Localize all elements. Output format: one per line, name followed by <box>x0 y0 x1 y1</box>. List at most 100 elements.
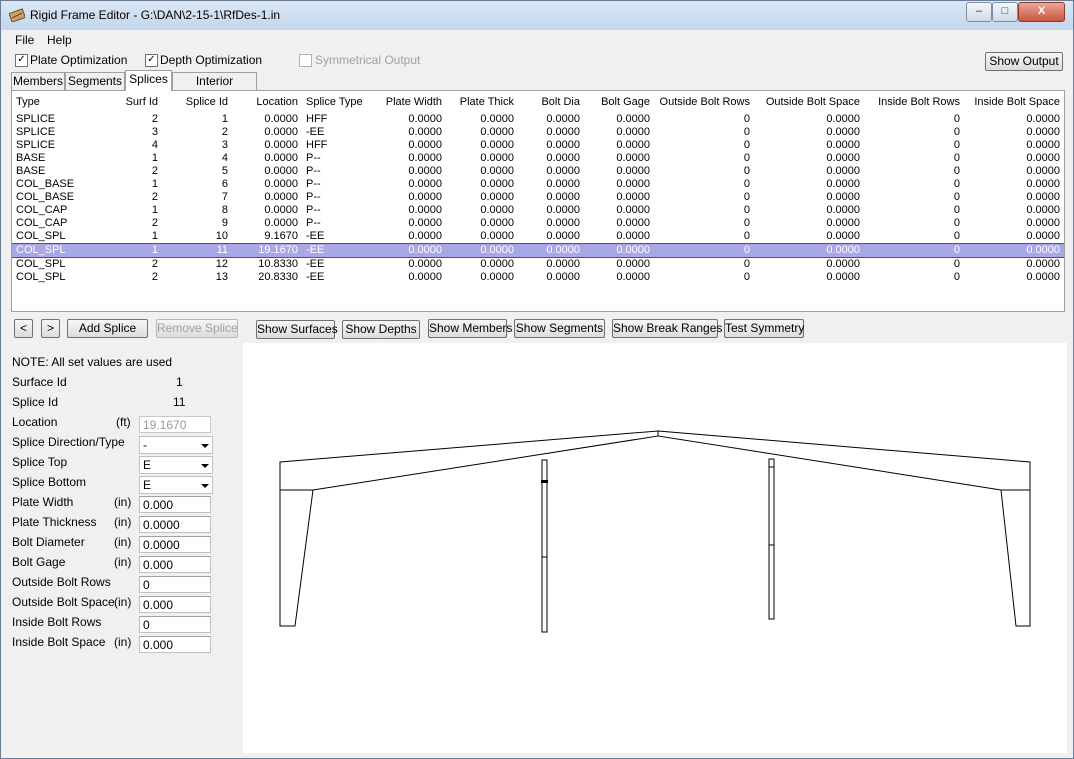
outside-bolt-rows-field[interactable]: 0 <box>139 576 211 593</box>
col-header-surf-id[interactable]: Surf Id <box>92 91 162 113</box>
splices-table[interactable]: Type Surf Id Splice Id Location Splice T… <box>11 90 1065 312</box>
inside-bolt-space-label: Inside Bolt Space <box>12 635 106 649</box>
prev-splice-button[interactable]: < <box>14 319 33 338</box>
table-cell: 2 <box>151 258 158 270</box>
tab-interior-columns[interactable]: Interior Columns <box>172 72 257 104</box>
inside-bolt-rows-label: Inside Bolt Rows <box>12 615 102 629</box>
symmetrical-output-checkbox[interactable] <box>299 54 312 67</box>
table-row[interactable]: COL_SPL 1 11 19.1670 -EE 0.0000 0.0000 0.0000 0.… <box>12 243 1064 258</box>
show-surfaces-button[interactable]: Show Surfaces <box>256 320 338 339</box>
outside-bolt-space-unit: (in) <box>114 595 132 609</box>
plate-width-field[interactable]: 0.000 <box>139 496 211 513</box>
col-header-plate-thick[interactable]: Plate Thick <box>446 91 518 113</box>
tab-members[interactable]: Members <box>11 72 65 90</box>
show-break-ranges-button[interactable]: Show Break Ranges <box>612 319 722 338</box>
title-bar[interactable]: Rigid Frame Editor - G:\DAN\2-15-1\RfDes… <box>1 1 1073 30</box>
table-cell: 0 <box>743 230 750 242</box>
surface-id-label: Surface Id <box>12 375 67 389</box>
show-output-button[interactable]: Show Output <box>985 52 1063 71</box>
col-header-location[interactable]: Location <box>232 91 302 113</box>
table-cell: 0 <box>743 113 750 125</box>
splice-top-label: Splice Top <box>12 455 68 469</box>
col-header-outside-bolt-rows[interactable]: Outside Bolt Rows <box>654 91 754 113</box>
menu-file[interactable]: File <box>15 33 34 47</box>
table-cell: 9.1670 <box>264 230 298 242</box>
table-row[interactable]: SPLICE 4 3 0.0000 HFF 0.0000 0.0000 0.0000 0.000… <box>12 139 1064 152</box>
table-cell: 4 <box>151 139 158 151</box>
table-row[interactable]: COL_BASE 1 6 0.0000 P-- 0.0000 0.0000 0.0000 0.0… <box>12 178 1064 191</box>
inside-bolt-rows-field[interactable]: 0 <box>139 616 211 633</box>
bolt-gage-field[interactable]: 0.000 <box>139 556 211 573</box>
table-cell: -EE <box>302 243 374 258</box>
table-row[interactable]: COL_SPL 1 10 9.1670 -EE 0.0000 0.0000 0.0000 0.0… <box>12 230 1064 244</box>
table-row[interactable]: SPLICE 2 1 0.0000 HFF 0.0000 0.0000 0.0000 0.000… <box>12 113 1064 126</box>
table-cell: 19.1670 <box>232 243 302 258</box>
table-row[interactable]: BASE 2 5 0.0000 P-- 0.0000 0.0000 0.0000 0.0000 0… <box>12 165 1064 178</box>
location-field[interactable]: 19.1670 <box>139 416 211 433</box>
col-header-inside-bolt-space[interactable]: Inside Bolt Space <box>964 91 1064 113</box>
table-cell: 0.0000 <box>826 139 860 151</box>
menu-help[interactable]: Help <box>47 33 72 47</box>
table-cell: SPLICE <box>16 126 56 138</box>
frame-drawing-canvas[interactable] <box>243 343 1067 753</box>
show-depths-button[interactable]: Show Depths <box>342 320 420 339</box>
col-header-bolt-gage[interactable]: Bolt Gage <box>584 91 654 113</box>
tab-splices[interactable]: Splices <box>125 70 172 91</box>
table-cell: 0.0000 <box>546 113 580 125</box>
tab-segments[interactable]: Segments <box>65 72 125 90</box>
table-cell: 0.0000 <box>408 165 442 177</box>
col-header-outside-bolt-space[interactable]: Outside Bolt Space <box>754 91 864 113</box>
test-symmetry-button[interactable]: Test Symmetry <box>724 319 804 338</box>
table-cell: P-- <box>306 191 321 203</box>
table-cell: 0.0000 <box>1026 126 1060 138</box>
table-row[interactable]: COL_CAP 1 8 0.0000 P-- 0.0000 0.0000 0.0000 0.00… <box>12 204 1064 217</box>
minimize-button[interactable]: – <box>966 2 992 22</box>
table-cell: 0 <box>743 258 750 270</box>
table-cell: 0.0000 <box>264 217 298 229</box>
close-button[interactable]: X <box>1018 2 1065 22</box>
table-cell: COL_SPL <box>16 271 66 283</box>
table-cell: 0.0000 <box>616 217 650 229</box>
show-members-button[interactable]: Show Members <box>428 319 512 338</box>
table-row[interactable]: COL_BASE 2 7 0.0000 P-- 0.0000 0.0000 0.0000 0.0… <box>12 191 1064 204</box>
col-header-inside-bolt-rows[interactable]: Inside Bolt Rows <box>864 91 964 113</box>
col-header-splice-id[interactable]: Splice Id <box>162 91 232 113</box>
add-splice-button[interactable]: Add Splice <box>67 319 148 338</box>
table-cell: 0.0000 <box>616 230 650 242</box>
depth-optimization-checkbox[interactable]: ✓ <box>145 54 158 67</box>
plate-optimization-checkbox[interactable]: ✓ <box>15 54 28 67</box>
interior-column-1 <box>541 459 548 633</box>
table-cell: COL_SPL <box>16 258 66 270</box>
splice-direction-select[interactable]: - <box>139 436 213 454</box>
remove-splice-button[interactable]: Remove Splice <box>156 319 238 338</box>
table-cell: 0.0000 <box>374 243 446 258</box>
col-header-plate-width[interactable]: Plate Width <box>374 91 446 113</box>
show-segments-button[interactable]: Show Segments <box>514 319 605 338</box>
splice-bottom-select[interactable]: E <box>139 476 213 494</box>
table-row[interactable]: SPLICE 3 2 0.0000 -EE 0.0000 0.0000 0.0000 0.000… <box>12 126 1064 139</box>
table-cell: 0.0000 <box>826 178 860 190</box>
bolt-diameter-field[interactable]: 0.0000 <box>139 536 211 553</box>
maximize-button[interactable]: □ <box>992 2 1018 22</box>
plate-thickness-field[interactable]: 0.0000 <box>139 516 211 533</box>
col-header-type[interactable]: Type <box>12 91 92 113</box>
inside-bolt-space-field[interactable]: 0.000 <box>139 636 211 653</box>
table-cell: 0 <box>654 243 754 258</box>
table-row[interactable]: COL_CAP 2 9 0.0000 P-- 0.0000 0.0000 0.0000 0.00… <box>12 217 1064 230</box>
table-cell: 0 <box>743 139 750 151</box>
table-cell: SPLICE <box>16 139 56 151</box>
table-cell: 0 <box>953 217 960 229</box>
table-row[interactable]: BASE 1 4 0.0000 P-- 0.0000 0.0000 0.0000 0.0000 0… <box>12 152 1064 165</box>
table-row[interactable]: COL_SPL 2 12 10.8330 -EE 0.0000 0.0000 0.0000 0.… <box>12 258 1064 272</box>
splice-top-select[interactable]: E <box>139 456 213 474</box>
table-row[interactable]: COL_SPL 2 13 20.8330 -EE 0.0000 0.0000 0.0000 0.… <box>12 271 1064 284</box>
table-cell: 0 <box>743 191 750 203</box>
table-cell: 0.0000 <box>754 243 864 258</box>
table-cell: BASE <box>16 152 46 164</box>
next-splice-button[interactable]: > <box>41 319 60 338</box>
col-header-bolt-dia[interactable]: Bolt Dia <box>518 91 584 113</box>
outside-bolt-space-field[interactable]: 0.000 <box>139 596 211 613</box>
surface-id-value: 1 <box>176 375 183 389</box>
table-cell: -EE <box>306 126 325 138</box>
col-header-splice-type[interactable]: Splice Type <box>302 91 374 113</box>
